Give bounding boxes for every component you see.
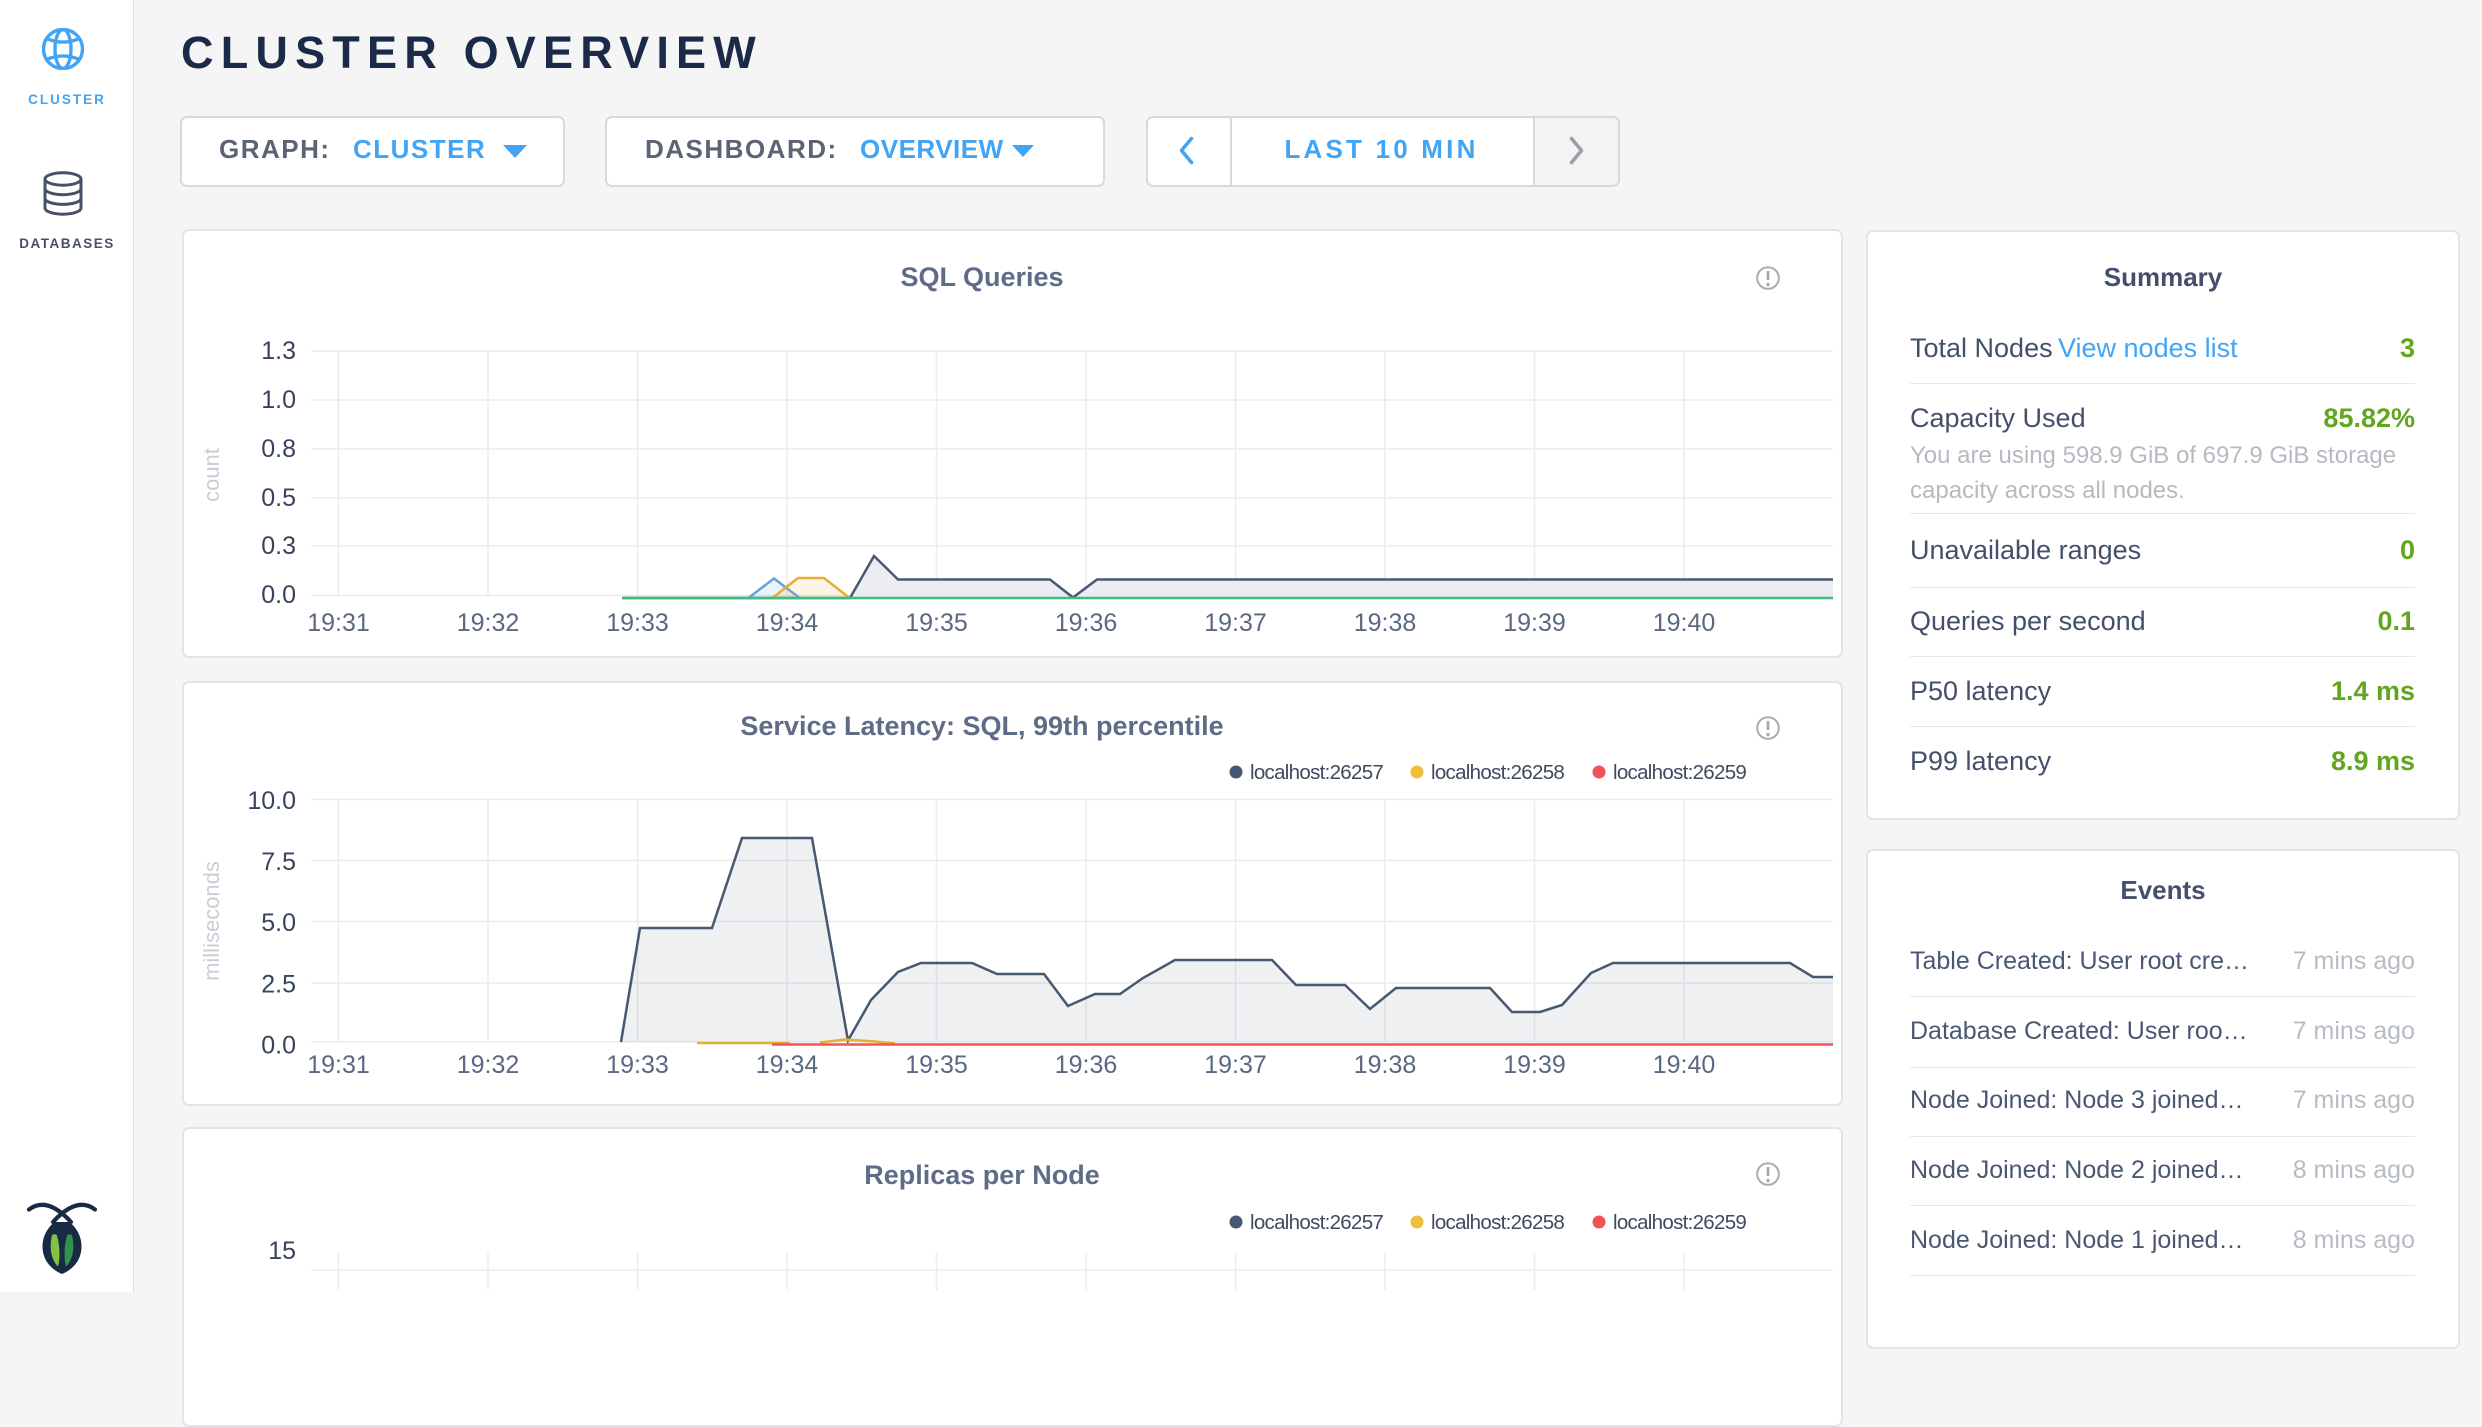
svg-text:15: 15: [268, 1237, 296, 1265]
svg-text:19:40: 19:40: [1653, 1051, 1716, 1079]
svg-text:0.0: 0.0: [261, 581, 296, 609]
svg-text:Replicas per Node: Replicas per Node: [864, 1160, 1100, 1190]
svg-text:19:32: 19:32: [457, 609, 520, 637]
svg-text:count: count: [199, 448, 224, 502]
svg-text:localhost:26257: localhost:26257: [1250, 761, 1383, 784]
svg-text:19:35: 19:35: [905, 1051, 968, 1079]
svg-text:19:38: 19:38: [1354, 1051, 1417, 1079]
svg-text:0.3: 0.3: [261, 532, 296, 560]
svg-text:19:33: 19:33: [606, 1051, 669, 1079]
svg-text:19:36: 19:36: [1055, 609, 1118, 637]
svg-text:localhost:26259: localhost:26259: [1613, 1211, 1746, 1234]
svg-text:19:32: 19:32: [457, 1051, 520, 1079]
svg-text:19:35: 19:35: [905, 609, 968, 637]
svg-text:milliseconds: milliseconds: [199, 861, 224, 981]
svg-text:SQL Queries: SQL Queries: [900, 262, 1063, 292]
svg-text:19:39: 19:39: [1503, 609, 1566, 637]
svg-text:19:34: 19:34: [756, 1051, 819, 1079]
svg-text:0.8: 0.8: [261, 435, 296, 463]
svg-text:19:33: 19:33: [606, 609, 669, 637]
svg-text:7.5: 7.5: [261, 848, 296, 876]
svg-text:19:38: 19:38: [1354, 609, 1417, 637]
svg-text:19:37: 19:37: [1204, 1051, 1267, 1079]
svg-text:19:39: 19:39: [1503, 1051, 1566, 1079]
svg-text:localhost:26259: localhost:26259: [1613, 761, 1746, 784]
svg-text:5.0: 5.0: [261, 909, 296, 937]
svg-text:10.0: 10.0: [247, 787, 296, 815]
svg-text:localhost:26257: localhost:26257: [1250, 1211, 1383, 1234]
svg-text:localhost:26258: localhost:26258: [1431, 761, 1564, 784]
svg-text:0.0: 0.0: [261, 1032, 296, 1060]
svg-text:1.3: 1.3: [261, 337, 296, 365]
svg-text:19:31: 19:31: [307, 609, 370, 637]
svg-text:localhost:26258: localhost:26258: [1431, 1211, 1564, 1234]
svg-text:19:34: 19:34: [756, 609, 819, 637]
svg-text:1.0: 1.0: [261, 386, 296, 414]
svg-text:19:37: 19:37: [1204, 609, 1267, 637]
svg-text:0.5: 0.5: [261, 484, 296, 512]
svg-text:2.5: 2.5: [261, 971, 296, 999]
svg-text:19:36: 19:36: [1055, 1051, 1118, 1079]
svg-text:Service Latency: SQL, 99th per: Service Latency: SQL, 99th percentile: [740, 711, 1223, 741]
svg-text:19:40: 19:40: [1653, 609, 1716, 637]
svg-text:19:31: 19:31: [307, 1051, 370, 1079]
